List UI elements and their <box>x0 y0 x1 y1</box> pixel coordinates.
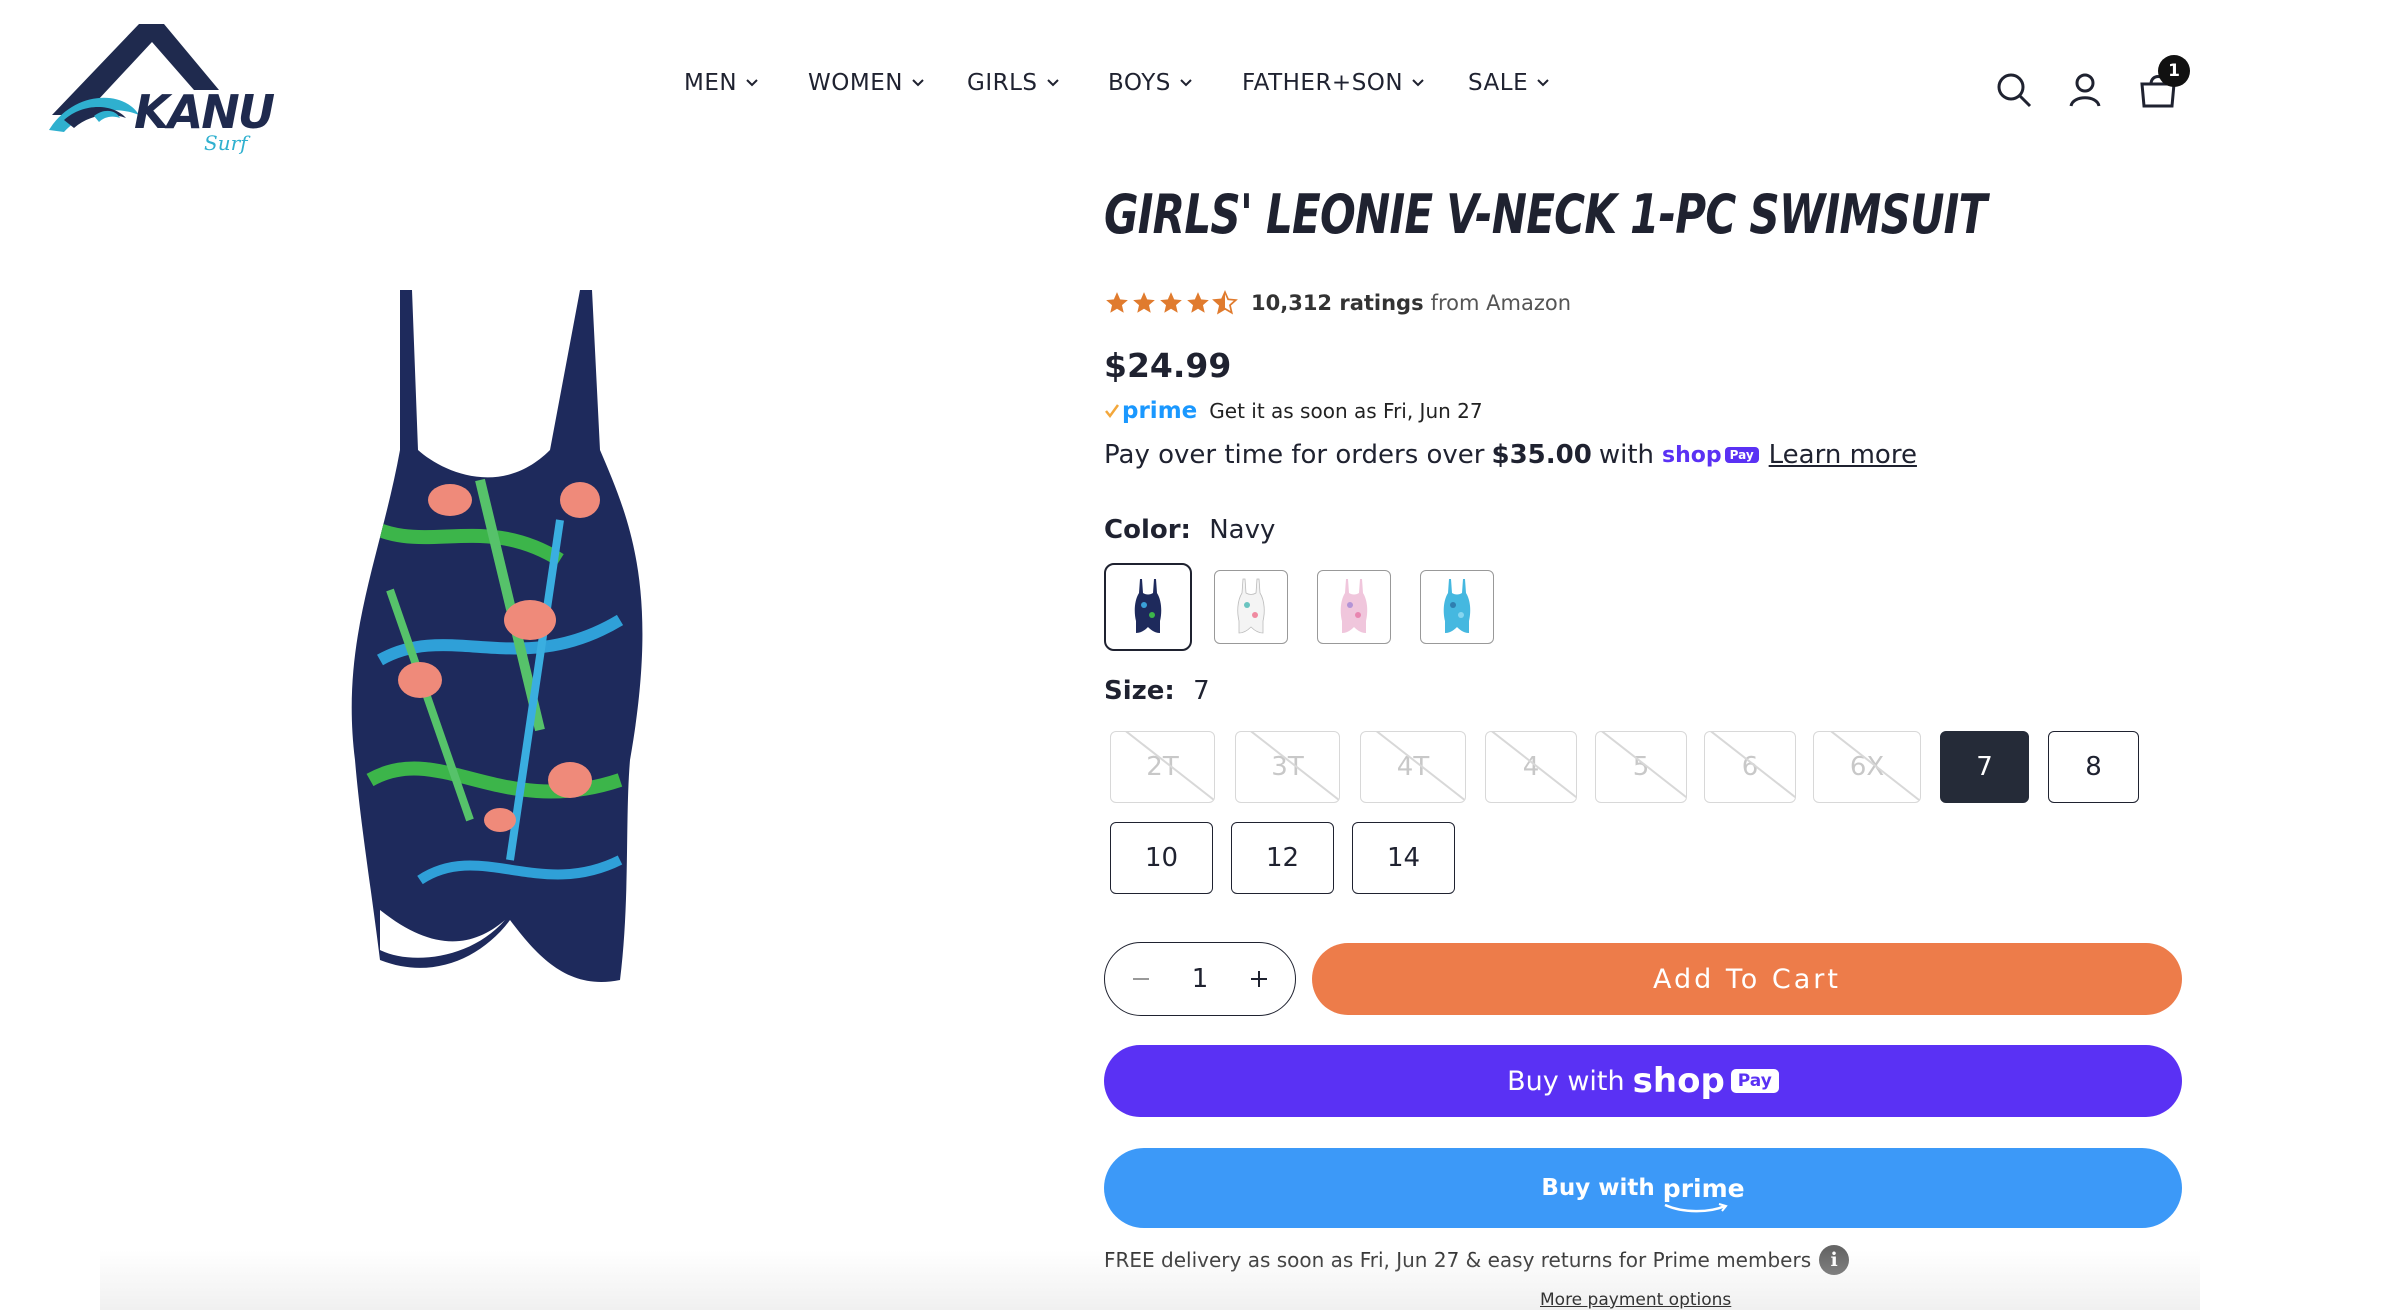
star-icon <box>1133 292 1155 313</box>
nav-item-men[interactable]: MEN <box>684 70 759 96</box>
chevron-down-icon <box>912 79 924 87</box>
color-swatch-aqua[interactable] <box>1420 570 1494 644</box>
info-icon[interactable]: i <box>1819 1245 1850 1275</box>
swatch-thumbnail <box>1237 578 1265 634</box>
nav-label: FATHER+SON <box>1242 70 1404 96</box>
rating-count: 10,312 ratings <box>1251 291 1424 315</box>
half-star-icon <box>1212 290 1238 315</box>
amazon-smile-icon <box>1664 1202 1728 1212</box>
shoppay-pay-badge: Pay <box>1724 447 1759 463</box>
free-delivery-text: FREE delivery as soon as Fri, Jun 27 & e… <box>1104 1248 1812 1272</box>
size-option-12[interactable]: 12 <box>1231 822 1334 894</box>
size-option-6x[interactable]: 6X <box>1813 731 1921 803</box>
prime-delivery: prime Get it as soon as Fri, Jun 27 <box>1104 398 1483 424</box>
size-option-7[interactable]: 7 <box>1940 731 2029 803</box>
free-delivery-note: FREE delivery as soon as Fri, Jun 27 & e… <box>1104 1245 1850 1275</box>
nav-label: SALE <box>1468 70 1529 96</box>
swatch-thumbnail <box>1340 579 1368 633</box>
chevron-down-icon <box>1412 79 1424 87</box>
buy-with-shoppay-button[interactable]: Buy with shop Pay <box>1104 1045 2182 1117</box>
chevron-down-icon <box>1537 79 1549 87</box>
plus-icon <box>1250 971 1267 987</box>
star-icon <box>1160 292 1182 313</box>
add-to-cart-button[interactable]: Add To Cart <box>1312 943 2182 1015</box>
nav-label: MEN <box>684 70 738 96</box>
rating-row[interactable]: 10,312 ratings from Amazon <box>1104 290 1571 316</box>
prime-delivery-text: Get it as soon as Fri, Jun 27 <box>1209 399 1483 423</box>
quantity-value[interactable]: 1 <box>1192 964 1209 994</box>
nav-item-women[interactable]: WOMEN <box>808 70 925 96</box>
shoppay-pay-badge: Pay <box>1730 1069 1779 1093</box>
swatch-thumbnail <box>1134 579 1162 633</box>
size-value: 7 <box>1193 676 1210 706</box>
nav-item-boys[interactable]: BOYS <box>1108 70 1193 96</box>
cart-count-badge: 1 <box>2158 55 2190 87</box>
shoppay-logo: shop <box>1632 1061 1725 1101</box>
product-price: $24.99 <box>1104 346 1232 385</box>
star-rating <box>1104 290 1239 316</box>
prime-logo: prime <box>1662 1173 1745 1212</box>
chevron-down-icon <box>1046 79 1059 87</box>
color-label: Color: <box>1104 515 1191 545</box>
product-title: GIRLS' LEONIE V-NECK 1-PC SWIMSUIT <box>1104 183 1987 246</box>
size-option-3t[interactable]: 3T <box>1235 731 1340 803</box>
chevron-down-icon <box>1180 79 1192 87</box>
color-value: Navy <box>1209 515 1276 545</box>
size-option-14[interactable]: 14 <box>1352 822 1455 894</box>
size-option-10[interactable]: 10 <box>1110 822 1213 894</box>
svg-text:Surf: Surf <box>204 131 251 155</box>
check-icon <box>1105 404 1120 419</box>
learn-more-link[interactable]: Learn more <box>1769 440 1917 470</box>
nav-label: BOYS <box>1108 70 1171 96</box>
account-icon[interactable] <box>2063 68 2107 112</box>
increment-button[interactable] <box>1241 961 1277 997</box>
payover-text: Pay over time for orders over <box>1104 440 1485 470</box>
size-option-5[interactable]: 5 <box>1595 731 1687 803</box>
size-option-4[interactable]: 4 <box>1485 731 1577 803</box>
product-image[interactable] <box>300 260 760 1040</box>
swatch-thumbnail <box>1443 579 1471 633</box>
chevron-down-icon <box>746 79 758 87</box>
more-payment-options-link[interactable]: More payment options <box>1540 1290 1731 1310</box>
payover-with: with <box>1598 440 1654 470</box>
prime-logo: prime <box>1122 398 1198 424</box>
size-label: Size: <box>1104 676 1175 706</box>
decrement-button[interactable] <box>1123 961 1159 997</box>
buy-with-prime-button[interactable]: Buy with prime <box>1104 1148 2182 1228</box>
color-swatch-white-floral[interactable] <box>1214 570 1288 644</box>
size-option-label: Size: 7 <box>1104 676 1210 706</box>
star-icon <box>1106 292 1128 313</box>
prime-word: prime <box>1662 1173 1745 1203</box>
star-icon <box>1187 292 1209 313</box>
nav-label: GIRLS <box>967 70 1038 96</box>
search-icon[interactable] <box>1992 68 2036 112</box>
nav-item-girls[interactable]: GIRLS <box>967 70 1060 96</box>
payover-amount: $35.00 <box>1491 440 1592 470</box>
shoppay-logo: shop <box>1662 442 1722 468</box>
size-option-8[interactable]: 8 <box>2048 731 2139 803</box>
quantity-stepper: 1 <box>1104 942 1296 1016</box>
color-option-label: Color: Navy <box>1104 515 1275 545</box>
shoppay-installments: Pay over time for orders over $35.00 wit… <box>1104 440 1917 470</box>
size-option-6[interactable]: 6 <box>1704 731 1796 803</box>
nav-label: WOMEN <box>808 70 903 96</box>
minus-icon <box>1133 978 1149 980</box>
rating-source: from Amazon <box>1430 291 1572 315</box>
size-option-4t[interactable]: 4T <box>1360 731 1466 803</box>
buy-with-text: Buy with <box>1507 1065 1625 1097</box>
color-swatch-navy[interactable] <box>1104 563 1192 651</box>
main-nav: MEN WOMEN GIRLS BOYS FATHER+SON SALE <box>0 70 2402 110</box>
nav-item-father-son[interactable]: FATHER+SON <box>1242 70 1425 96</box>
size-option-2t[interactable]: 2T <box>1110 731 1215 803</box>
nav-item-sale[interactable]: SALE <box>1468 70 1550 96</box>
buy-with-text: Buy with <box>1541 1175 1655 1201</box>
color-swatch-pink[interactable] <box>1317 570 1391 644</box>
